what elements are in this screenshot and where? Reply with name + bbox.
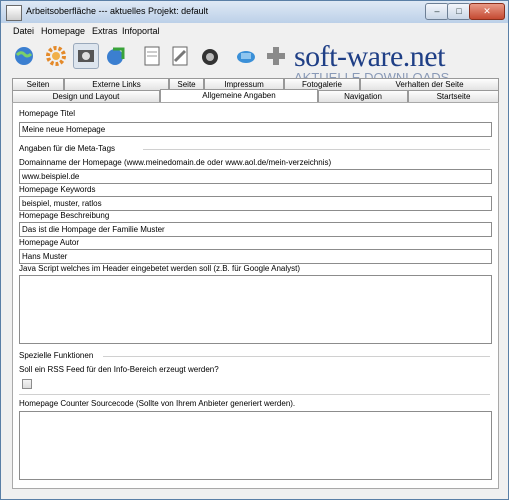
tab-verhalten-der-seite[interactable]: Verhalten der Seite [360, 78, 499, 90]
tab-allgemeine-angaben[interactable]: Allgemeine Angaben [160, 89, 318, 103]
meta-group-label: Angaben für die Meta-Tags [19, 144, 116, 153]
document-icon[interactable] [139, 43, 165, 69]
tab-startseite[interactable]: Startseite [408, 90, 499, 102]
camera-icon[interactable] [197, 43, 223, 69]
menu-bar: Datei Homepage Extras Infoportal [1, 25, 508, 39]
author-input[interactable]: Hans Muster [19, 249, 492, 264]
description-label: Homepage Beschreibung [19, 211, 110, 220]
rss-checkbox[interactable] [22, 379, 32, 389]
javascript-label: Java Script welches im Header eingebetet… [19, 264, 301, 273]
menu-infoportal[interactable]: Infoportal [122, 26, 160, 36]
title-input[interactable]: Meine neue Homepage [19, 122, 492, 137]
menu-datei[interactable]: Datei [13, 26, 34, 36]
tab-externe-links[interactable]: Externe Links [64, 78, 169, 90]
tab-seiten[interactable]: Seiten [12, 78, 64, 90]
menu-homepage[interactable]: Homepage [41, 26, 85, 36]
rss-label: Soll ein RSS Feed für den Info-Bereich e… [19, 365, 219, 374]
special-group-divider [103, 356, 490, 357]
settings-document-icon[interactable] [167, 43, 193, 69]
close-button[interactable]: ✕ [469, 3, 505, 20]
counter-textarea[interactable] [19, 411, 492, 480]
author-label: Homepage Autor [19, 238, 80, 247]
menu-extras[interactable]: Extras [92, 26, 118, 36]
counter-divider [19, 394, 490, 395]
film-gear-icon[interactable] [73, 43, 99, 69]
app-icon [6, 5, 22, 21]
keywords-label: Homepage Keywords [19, 185, 96, 194]
gear-icon[interactable] [43, 43, 69, 69]
globe-arrow-icon[interactable] [103, 43, 129, 69]
watermark-brand: soft-ware.net [294, 40, 445, 73]
monitor-icon[interactable] [233, 43, 259, 69]
counter-label: Homepage Counter Sourcecode (Sollte von … [19, 399, 296, 408]
maximize-button[interactable]: □ [447, 3, 471, 20]
special-group-label: Spezielle Funktionen [19, 351, 94, 360]
title-label: Homepage Titel [19, 109, 76, 118]
minimize-button[interactable]: – [425, 3, 449, 20]
tab-navigation[interactable]: Navigation [318, 90, 408, 102]
application-window: Arbeitsoberfläche --- aktuelles Projekt:… [0, 0, 509, 500]
domain-label: Domainname der Homepage (www.meinedomain… [19, 158, 332, 167]
javascript-textarea[interactable] [19, 275, 492, 344]
general-settings-panel: Homepage Titel Meine neue Homepage Angab… [12, 102, 499, 489]
tab-design-und-layout[interactable]: Design und Layout [12, 90, 160, 102]
meta-group-divider [143, 149, 490, 150]
title-bar: Arbeitsoberfläche --- aktuelles Projekt:… [1, 1, 508, 23]
keywords-input[interactable]: beispiel, muster, ratlos [19, 196, 492, 211]
window-title: Arbeitsoberfläche --- aktuelles Projekt:… [26, 6, 209, 16]
plus-icon[interactable] [263, 43, 289, 69]
description-input[interactable]: Das ist die Hompage der Familie Muster [19, 222, 492, 237]
globe-icon[interactable] [11, 43, 37, 69]
domain-input[interactable]: www.beispiel.de [19, 169, 492, 184]
